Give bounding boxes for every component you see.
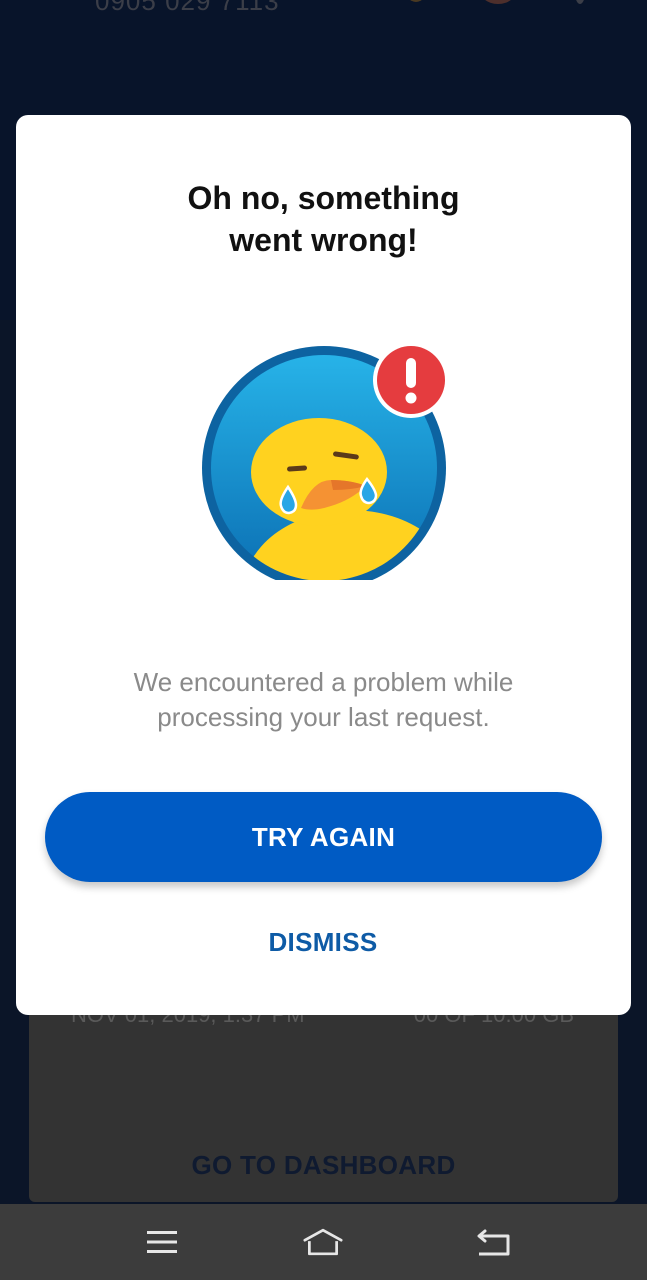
navigation-bar — [0, 1204, 647, 1280]
dialog-title-line2: went wrong! — [229, 222, 418, 258]
try-again-button[interactable]: TRY AGAIN — [45, 792, 602, 882]
menu-button[interactable] — [142, 1222, 182, 1262]
back-button[interactable] — [473, 1222, 513, 1262]
exclamation-alert-icon — [373, 342, 449, 418]
menu-icon — [147, 1231, 177, 1253]
crying-duck-icon — [202, 342, 449, 580]
background-card: NOV 01, 2019, 1:37 PM 00 OF 10.00 GB GO … — [29, 1000, 618, 1202]
background-phone-number: 0905 029 7113 — [95, 0, 280, 16]
background-more-icon — [574, 0, 586, 4]
home-icon — [303, 1228, 343, 1256]
background-avatar — [478, 0, 518, 4]
back-icon — [477, 1229, 510, 1256]
background-icon — [404, 0, 428, 2]
dismiss-button[interactable]: DISMISS — [223, 915, 423, 969]
dialog-title: Oh no, something went wrong! — [76, 177, 571, 261]
home-button[interactable] — [303, 1222, 343, 1262]
dialog-title-line1: Oh no, something — [187, 180, 460, 216]
dialog-message: We encountered a problem while processin… — [133, 667, 514, 732]
go-to-dashboard-button: GO TO DASHBOARD — [191, 1150, 456, 1180]
error-dialog: Oh no, something went wrong! We encounte… — [16, 115, 631, 1015]
